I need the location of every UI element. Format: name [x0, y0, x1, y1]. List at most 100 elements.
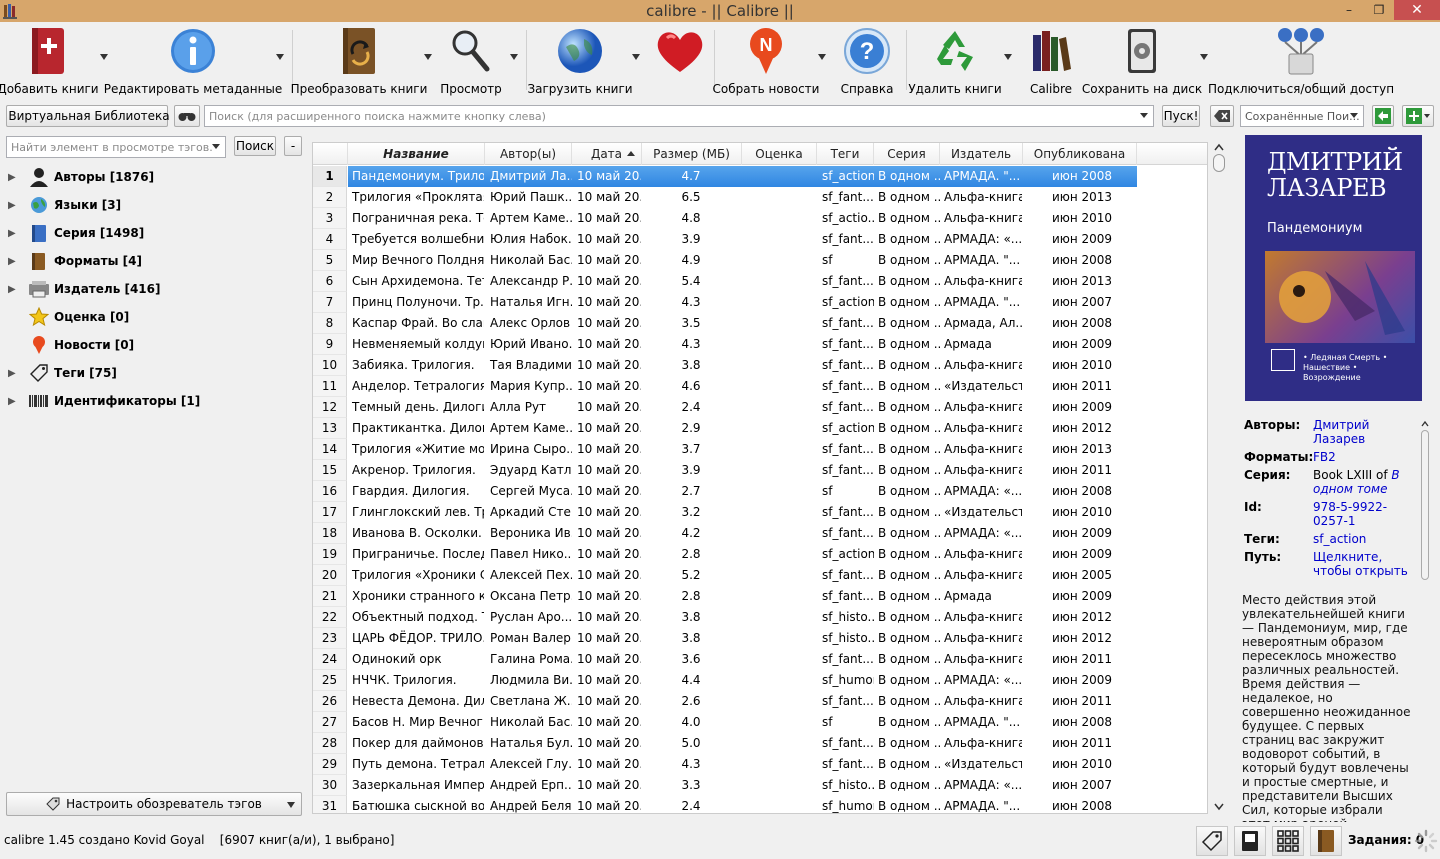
cell-authors[interactable]: Артем Каме... [488, 208, 572, 229]
cell-tags[interactable]: sf [820, 250, 874, 271]
cell-date[interactable]: 10 май 20... [575, 565, 641, 586]
calibre-app-icon[interactable] [2, 2, 20, 20]
cell-tags[interactable]: sf_action [820, 418, 874, 439]
cell-authors[interactable]: Эдуард Катлас [488, 460, 572, 481]
cell-rating[interactable] [745, 418, 817, 439]
cell-series[interactable]: В одном ... [876, 355, 940, 376]
cell-series[interactable]: В одном ... [876, 208, 940, 229]
cell-size[interactable]: 2.8 [645, 544, 735, 565]
cell-title[interactable]: Объектный подход. То... [350, 607, 484, 628]
row-number[interactable]: 18 [313, 523, 347, 544]
path-link[interactable]: Щелкните, чтобы открыть [1313, 550, 1413, 578]
cell-authors[interactable]: Ирина Сыро... [488, 439, 572, 460]
expand-arrow-icon[interactable]: ▶ [8, 172, 22, 183]
cell-tags[interactable]: sf_fant... [820, 271, 874, 292]
cell-tags[interactable]: sf_fant... [820, 313, 874, 334]
cell-size[interactable]: 3.7 [645, 439, 735, 460]
cell-rating[interactable] [745, 208, 817, 229]
cell-published[interactable]: июн 2013 [1025, 187, 1137, 208]
cell-series[interactable]: В одном ... [876, 586, 940, 607]
table-row[interactable]: 22Объектный подход. То...Руслан Аро...10… [313, 607, 1137, 628]
table-row[interactable]: 24Одинокий оркГалина Рома...10 май 20...… [313, 649, 1137, 670]
row-number[interactable]: 12 [313, 397, 347, 418]
library-button[interactable]: Calibre [1020, 22, 1082, 100]
cell-authors[interactable]: Оксана Петр... [488, 586, 572, 607]
book-cover[interactable]: ДМИТРИЙ ЛАЗАРЕВ Пандемониум • Ледяная См… [1245, 135, 1422, 401]
cell-publisher[interactable]: «Издательст... [942, 754, 1022, 775]
cell-rating[interactable] [745, 355, 817, 376]
row-number[interactable]: 24 [313, 649, 347, 670]
cell-title[interactable]: Сын Архидемона. Тет... [350, 271, 484, 292]
cell-size[interactable]: 4.6 [645, 376, 735, 397]
cell-size[interactable]: 3.6 [645, 649, 735, 670]
cell-rating[interactable] [745, 733, 817, 754]
row-number[interactable]: 10 [313, 355, 347, 376]
cell-publisher[interactable]: «Издательст... [942, 376, 1022, 397]
cell-rating[interactable] [745, 502, 817, 523]
table-row[interactable]: 17Глинглокский лев. Тр...Аркадий Сте...1… [313, 502, 1137, 523]
cell-publisher[interactable]: Альфа-книга [942, 544, 1022, 565]
convert-dropdown-icon[interactable] [424, 54, 432, 60]
cell-date[interactable]: 10 май 20... [575, 607, 641, 628]
cell-tags[interactable]: sf_fant... [820, 397, 874, 418]
cell-series[interactable]: В одном ... [876, 754, 940, 775]
cell-authors[interactable]: Артем Каме... [488, 418, 572, 439]
cell-series[interactable]: В одном ... [876, 313, 940, 334]
cell-title[interactable]: Трилогия «Хроники С... [350, 565, 484, 586]
cell-tags[interactable]: sf_histo... [820, 628, 874, 649]
cell-tags[interactable]: sf_fant... [820, 229, 874, 250]
cell-published[interactable]: июн 2011 [1025, 376, 1137, 397]
cell-size[interactable]: 4.3 [645, 754, 735, 775]
cell-date[interactable]: 10 май 20... [575, 229, 641, 250]
cell-published[interactable]: июн 2010 [1025, 208, 1137, 229]
row-number[interactable]: 6 [313, 271, 347, 292]
cell-date[interactable]: 10 май 20... [575, 502, 641, 523]
cell-authors[interactable]: Павел Нико... [488, 544, 572, 565]
download-books-button[interactable]: Загрузить книги [527, 22, 633, 100]
search-go-button[interactable]: Пуск! [1162, 105, 1200, 127]
cell-publisher[interactable]: АРМАДА: «... [942, 670, 1022, 691]
cell-published[interactable]: июн 2011 [1025, 691, 1137, 712]
column-header-title[interactable]: Название [348, 143, 485, 165]
cell-publisher[interactable]: Армада [942, 334, 1022, 355]
cell-tags[interactable]: sf_fant... [820, 187, 874, 208]
cell-series[interactable]: В одном ... [876, 418, 940, 439]
cell-series[interactable]: В одном ... [876, 796, 940, 813]
table-row[interactable]: 26Невеста Демона. Дил...Светлана Ж...10 … [313, 691, 1137, 712]
cell-series[interactable]: В одном ... [876, 775, 940, 796]
cell-authors[interactable]: Дмитрий Ла... [488, 166, 572, 187]
row-number[interactable]: 7 [313, 292, 347, 313]
row-number[interactable]: 23 [313, 628, 347, 649]
expand-arrow-icon[interactable]: ▶ [8, 256, 22, 267]
cell-authors[interactable]: Светлана Ж... [488, 691, 572, 712]
cell-series[interactable]: В одном ... [876, 733, 940, 754]
cell-date[interactable]: 10 май 20... [575, 628, 641, 649]
cell-size[interactable]: 5.2 [645, 565, 735, 586]
table-row[interactable]: 20Трилогия «Хроники С...Алексей Пех...10… [313, 565, 1137, 586]
row-number[interactable]: 9 [313, 334, 347, 355]
row-number[interactable]: 21 [313, 586, 347, 607]
cell-authors[interactable]: Юрий Пашк... [488, 187, 572, 208]
cell-published[interactable]: июн 2010 [1025, 754, 1137, 775]
cell-published[interactable]: июн 2009 [1025, 397, 1137, 418]
table-row[interactable]: 14Трилогия «Житие мое»Ирина Сыро...10 ма… [313, 439, 1137, 460]
cell-date[interactable]: 10 май 20... [575, 733, 641, 754]
cell-rating[interactable] [745, 229, 817, 250]
cell-size[interactable]: 2.7 [645, 481, 735, 502]
cell-title[interactable]: Мир Вечного Полдня... [350, 250, 484, 271]
cell-series[interactable]: В одном ... [876, 460, 940, 481]
table-row[interactable]: 16Гвардия. Дилогия.Сергей Муса...10 май … [313, 481, 1137, 502]
cell-series[interactable]: В одном ... [876, 502, 940, 523]
cell-authors[interactable]: Юлия Набок... [488, 229, 572, 250]
cell-series[interactable]: В одном ... [876, 250, 940, 271]
cell-publisher[interactable]: Армада, Ал... [942, 313, 1022, 334]
cell-date[interactable]: 10 май 20... [575, 670, 641, 691]
cell-series[interactable]: В одном ... [876, 607, 940, 628]
cell-publisher[interactable]: Альфа-книга [942, 208, 1022, 229]
cell-publisher[interactable]: Альфа-книга [942, 271, 1022, 292]
table-row[interactable]: 23ЦАРЬ ФЁДОР. ТРИЛО...Роман Валер...10 м… [313, 628, 1137, 649]
cell-title[interactable]: Приграничье. Послед... [350, 544, 484, 565]
row-number[interactable]: 5 [313, 250, 347, 271]
cell-tags[interactable]: sf_fant... [820, 460, 874, 481]
table-row[interactable]: 1 Пандемониум. Трило... Дмитрий Ла... 10 ма… [313, 166, 1137, 187]
